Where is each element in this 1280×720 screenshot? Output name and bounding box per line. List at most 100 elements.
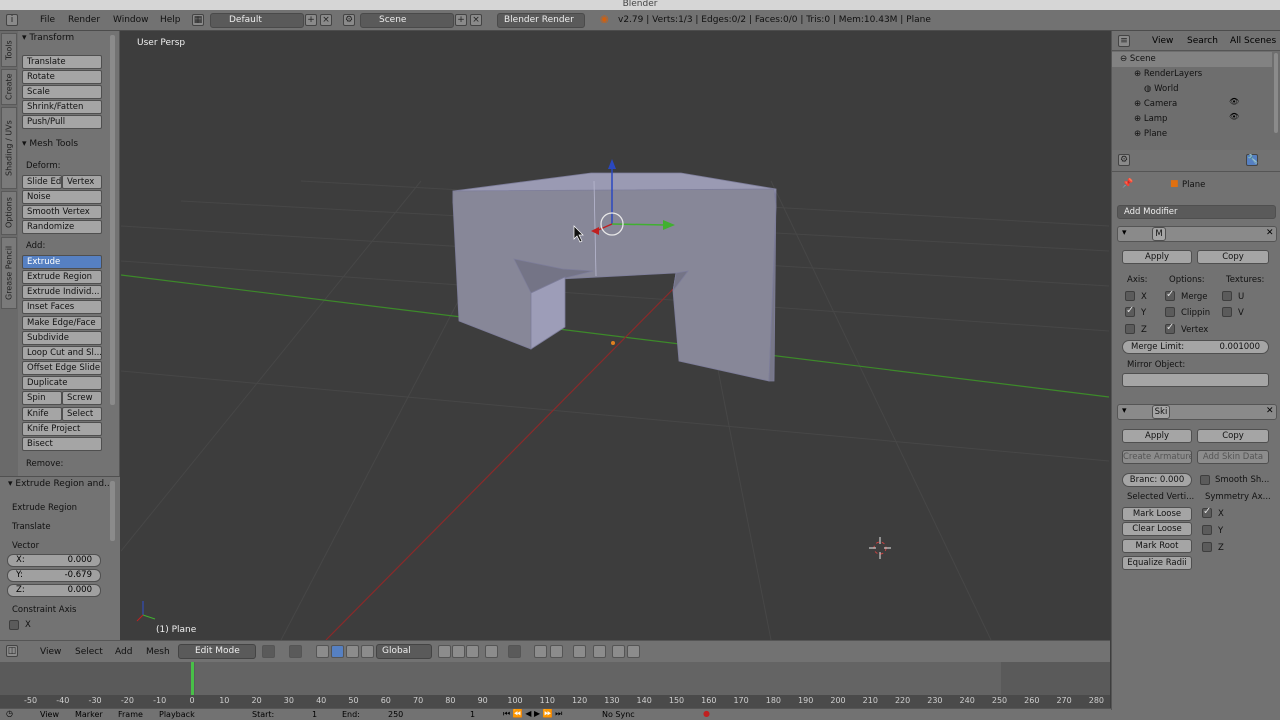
extrude-individual-button[interactable]: Extrude Individ...: [22, 285, 102, 299]
vector-y-field[interactable]: Y: -0.679: [7, 569, 101, 582]
visibility-eye-icon[interactable]: 👁: [1229, 112, 1239, 121]
mark-loose-button[interactable]: Mark Loose: [1122, 507, 1192, 521]
render-icon[interactable]: [573, 645, 586, 658]
menu-view[interactable]: View: [40, 647, 61, 657]
sync-mode-select[interactable]: No Sync: [602, 710, 635, 719]
noise-button[interactable]: Noise: [22, 190, 102, 204]
spin-button[interactable]: Spin: [22, 391, 62, 405]
end-frame-value[interactable]: 250: [388, 710, 403, 719]
tl-menu-playback[interactable]: Playback: [159, 710, 195, 719]
3d-viewport[interactable]: User Persp (1) Plane: [121, 31, 1109, 640]
duplicate-button[interactable]: Duplicate: [22, 376, 102, 390]
extrude-button[interactable]: Extrude: [22, 255, 102, 269]
tl-menu-marker[interactable]: Marker: [75, 710, 103, 719]
outliner-menu-view[interactable]: View: [1152, 36, 1173, 46]
tool-shelf-scrollbar[interactable]: [110, 35, 115, 405]
tab-create[interactable]: Create: [1, 69, 17, 105]
timeline-editor-icon[interactable]: ◷: [6, 709, 13, 718]
redo-scrollbar[interactable]: [110, 481, 115, 541]
screen-layout-select[interactable]: Default: [210, 13, 304, 28]
texture-u-checkbox[interactable]: [1222, 291, 1232, 301]
menu-help[interactable]: Help: [160, 15, 181, 25]
snap-element-icon[interactable]: [550, 645, 563, 658]
outliner-scope-select[interactable]: All Scenes: [1230, 36, 1276, 46]
delete-layout-icon[interactable]: ×: [320, 14, 332, 26]
smooth-vertex-button[interactable]: Smooth Vertex: [22, 205, 102, 219]
skin-modifier-name[interactable]: Ski: [1152, 405, 1170, 419]
menu-mesh[interactable]: Mesh: [146, 647, 170, 657]
vertex-select-icon[interactable]: [438, 645, 451, 658]
menu-file[interactable]: File: [40, 15, 55, 25]
texture-v-checkbox[interactable]: [1222, 307, 1232, 317]
proportional-edit-icon[interactable]: [508, 645, 521, 658]
randomize-button[interactable]: Randomize: [22, 220, 102, 234]
mesh-tools-panel-header[interactable]: ▾ Mesh Tools: [22, 139, 78, 149]
mirror-object-field[interactable]: [1122, 373, 1269, 387]
properties-editor-icon[interactable]: ⚙: [1118, 154, 1130, 166]
info-editor-icon[interactable]: i: [6, 14, 18, 26]
camera-view-icon[interactable]: [612, 645, 625, 658]
slide-edge-button[interactable]: Slide Ed: [22, 175, 62, 189]
edge-select-icon[interactable]: [452, 645, 465, 658]
mirror-z-checkbox[interactable]: [1125, 324, 1135, 334]
scene-icon[interactable]: ⚙: [343, 14, 355, 26]
extrude-region-button[interactable]: Extrude Region: [22, 270, 102, 284]
remove-skin-icon[interactable]: ✕: [1266, 406, 1274, 416]
start-frame-value[interactable]: 1: [312, 710, 317, 719]
menu-select[interactable]: Select: [75, 647, 103, 657]
add-skin-data-button[interactable]: Add Skin Data: [1197, 450, 1269, 464]
symmetry-x-checkbox[interactable]: [1202, 506, 1212, 518]
slide-vertex-button[interactable]: Vertex: [62, 175, 102, 189]
skin-modifier-header[interactable]: ▾ Ski ✕: [1117, 404, 1277, 420]
rotate-manipulator-icon[interactable]: [346, 645, 359, 658]
pivot-point-icon[interactable]: [289, 645, 302, 658]
translate-button[interactable]: Translate: [22, 55, 102, 69]
bisect-button[interactable]: Bisect: [22, 437, 102, 451]
outliner-row-lamp[interactable]: ⊕ Lamp: [1112, 112, 1272, 127]
translate-manipulator-icon[interactable]: [331, 645, 344, 658]
equalize-radii-button[interactable]: Equalize Radii: [1122, 556, 1192, 570]
screen-layout-icon[interactable]: ▦: [192, 14, 204, 26]
mirror-x-checkbox[interactable]: [1125, 291, 1135, 301]
push-pull-button[interactable]: Push/Pull: [22, 115, 102, 129]
current-frame-field[interactable]: 1: [470, 710, 475, 719]
menu-add[interactable]: Add: [115, 647, 132, 657]
menu-render[interactable]: Render: [68, 15, 100, 25]
manipulator-toggle-icon[interactable]: [316, 645, 329, 658]
smooth-shading-checkbox[interactable]: [1200, 475, 1210, 485]
add-layout-icon[interactable]: +: [305, 14, 317, 26]
outliner-row-scene[interactable]: ⊖ Scene: [1112, 52, 1272, 67]
face-select-icon[interactable]: [466, 645, 479, 658]
collapse-icon[interactable]: ▾: [1122, 406, 1127, 416]
tab-shading-uvs[interactable]: Shading / UVs: [1, 107, 17, 189]
mode-select[interactable]: Edit Mode: [178, 644, 256, 659]
menu-window[interactable]: Window: [113, 15, 149, 25]
outliner-editor-icon[interactable]: ≡: [1118, 35, 1130, 47]
mirror-modifier-name[interactable]: M: [1152, 227, 1166, 241]
outliner-menu-search[interactable]: Search: [1187, 36, 1218, 46]
render-animation-icon[interactable]: [593, 645, 606, 658]
opengl-render-icon[interactable]: [627, 645, 640, 658]
last-operator-header[interactable]: ▾ Extrude Region and...: [8, 479, 113, 489]
render-engine-select[interactable]: Blender Render: [497, 13, 585, 28]
current-frame-indicator[interactable]: [191, 662, 194, 695]
knife-project-button[interactable]: Knife Project: [22, 422, 102, 436]
remove-mirror-icon[interactable]: ✕: [1266, 228, 1274, 238]
branch-smoothing-field[interactable]: Branc: 0.000: [1122, 473, 1192, 487]
transform-orientation-select[interactable]: Global: [376, 644, 432, 659]
delete-scene-icon[interactable]: ×: [470, 14, 482, 26]
modifiers-tab-icon[interactable]: 🔧: [1246, 154, 1258, 166]
rotate-button[interactable]: Rotate: [22, 70, 102, 84]
symmetry-y-checkbox[interactable]: [1202, 525, 1212, 535]
viewport-shading-icon[interactable]: [262, 645, 275, 658]
loop-cut-button[interactable]: Loop Cut and Sl...: [22, 346, 102, 360]
scale-manipulator-icon[interactable]: [361, 645, 374, 658]
offset-edge-slide-button[interactable]: Offset Edge Slide: [22, 361, 102, 375]
add-modifier-select[interactable]: Add Modifier: [1117, 205, 1276, 219]
make-edge-face-button[interactable]: Make Edge/Face: [22, 316, 102, 330]
create-armature-button[interactable]: Create Armature: [1122, 450, 1192, 464]
knife-select-button[interactable]: Select: [62, 407, 102, 421]
record-icon[interactable]: ●: [703, 709, 710, 718]
mirror-y-checkbox[interactable]: [1125, 305, 1135, 317]
constraint-x-checkbox[interactable]: [9, 620, 19, 630]
